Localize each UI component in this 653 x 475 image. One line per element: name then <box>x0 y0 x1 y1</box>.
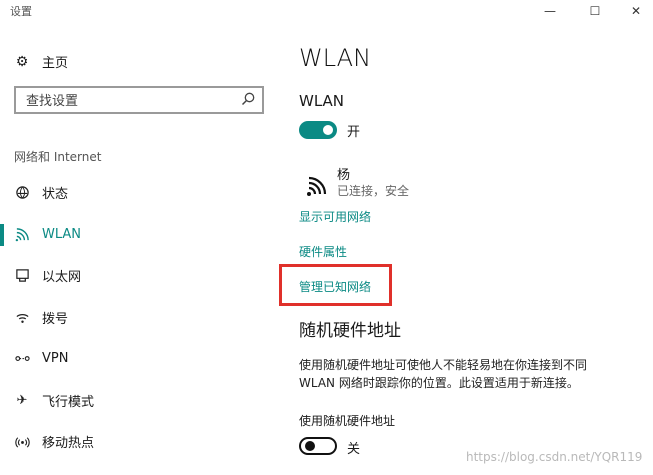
sidebar-item-airplane[interactable]: ✈ 飞行模式 <box>0 380 270 422</box>
ethernet-icon <box>14 268 30 284</box>
minimize-button[interactable]: — <box>528 0 572 22</box>
page-title: WLAN <box>299 44 372 72</box>
sidebar-item-vpn[interactable]: VPN <box>0 338 270 380</box>
random-hw-toggle[interactable] <box>299 437 337 455</box>
sidebar-item-label: 拨号 <box>42 311 69 327</box>
status-icon <box>14 185 30 201</box>
sidebar-item-wlan[interactable]: WLAN <box>0 214 270 256</box>
search-box[interactable] <box>14 86 264 114</box>
network-name[interactable]: 杨 <box>337 164 350 183</box>
wlan-toggle[interactable] <box>299 121 337 139</box>
sidebar-item-hotspot[interactable]: 移动热点 <box>0 421 270 463</box>
wlan-toggle-state: 开 <box>347 125 361 140</box>
section-header: 网络和 Internet <box>14 150 102 164</box>
random-hw-description: 使用随机硬件地址可使他人不能轻易地在你连接到不同 WLAN 网络时跟踪你的位置。… <box>299 358 588 390</box>
gear-icon: ⚙ <box>15 53 29 70</box>
hotspot-icon <box>14 434 30 450</box>
toggle-knob <box>323 125 333 135</box>
wlan-label: WLAN <box>299 92 345 110</box>
search-icon[interactable] <box>240 91 256 107</box>
home-label: 主页 <box>42 56 69 71</box>
home-nav-item[interactable]: ⚙ 主页 <box>14 52 69 72</box>
network-status: 已连接，安全 <box>337 184 410 198</box>
sidebar-item-label: 移动热点 <box>42 436 95 452</box>
nav-list: 状态 WLAN 以太网 拨号 VPN ✈ 飞行模式 移动热点 <box>0 172 270 463</box>
vpn-icon <box>14 351 30 367</box>
sidebar-item-status[interactable]: 状态 <box>0 172 270 214</box>
hardware-properties-link[interactable]: 硬件属性 <box>299 243 347 260</box>
sidebar: ⚙ 主页 网络和 Internet 状态 WLAN 以太网 <box>0 22 270 475</box>
sidebar-item-label: 飞行模式 <box>42 394 95 410</box>
close-button[interactable]: ✕ <box>614 0 653 22</box>
active-indicator <box>0 223 4 246</box>
window-title: 设置 <box>10 5 32 18</box>
wifi-signal-icon[interactable] <box>303 172 331 200</box>
title-bar: 设置 — ☐ ✕ <box>0 0 653 22</box>
sidebar-item-label: 状态 <box>42 187 69 203</box>
wifi-icon <box>14 226 30 242</box>
random-hw-toggle-state: 关 <box>347 442 361 457</box>
airplane-icon: ✈ <box>16 392 28 408</box>
sidebar-item-dialup[interactable]: 拨号 <box>0 297 270 339</box>
dialup-icon <box>14 309 30 325</box>
search-input[interactable] <box>24 91 228 111</box>
sidebar-item-label: VPN <box>42 351 69 367</box>
show-available-networks-link[interactable]: 显示可用网络 <box>299 208 371 225</box>
toggle-knob <box>305 441 315 451</box>
sidebar-item-label: WLAN <box>42 226 82 242</box>
random-hw-option-label: 使用随机硬件地址 <box>299 414 396 428</box>
watermark: https://blog.csdn.net/YQR119 <box>466 450 643 464</box>
maximize-button[interactable]: ☐ <box>573 0 617 22</box>
manage-known-networks-link[interactable]: 管理已知网络 <box>299 278 371 295</box>
random-hw-title: 随机硬件地址 <box>299 321 401 341</box>
sidebar-item-label: 以太网 <box>42 270 82 286</box>
sidebar-item-ethernet[interactable]: 以太网 <box>0 255 270 297</box>
main-content: WLAN WLAN 开 杨 已连接，安全 显示可用网络 硬件属性 管理已知网络 … <box>279 22 639 475</box>
